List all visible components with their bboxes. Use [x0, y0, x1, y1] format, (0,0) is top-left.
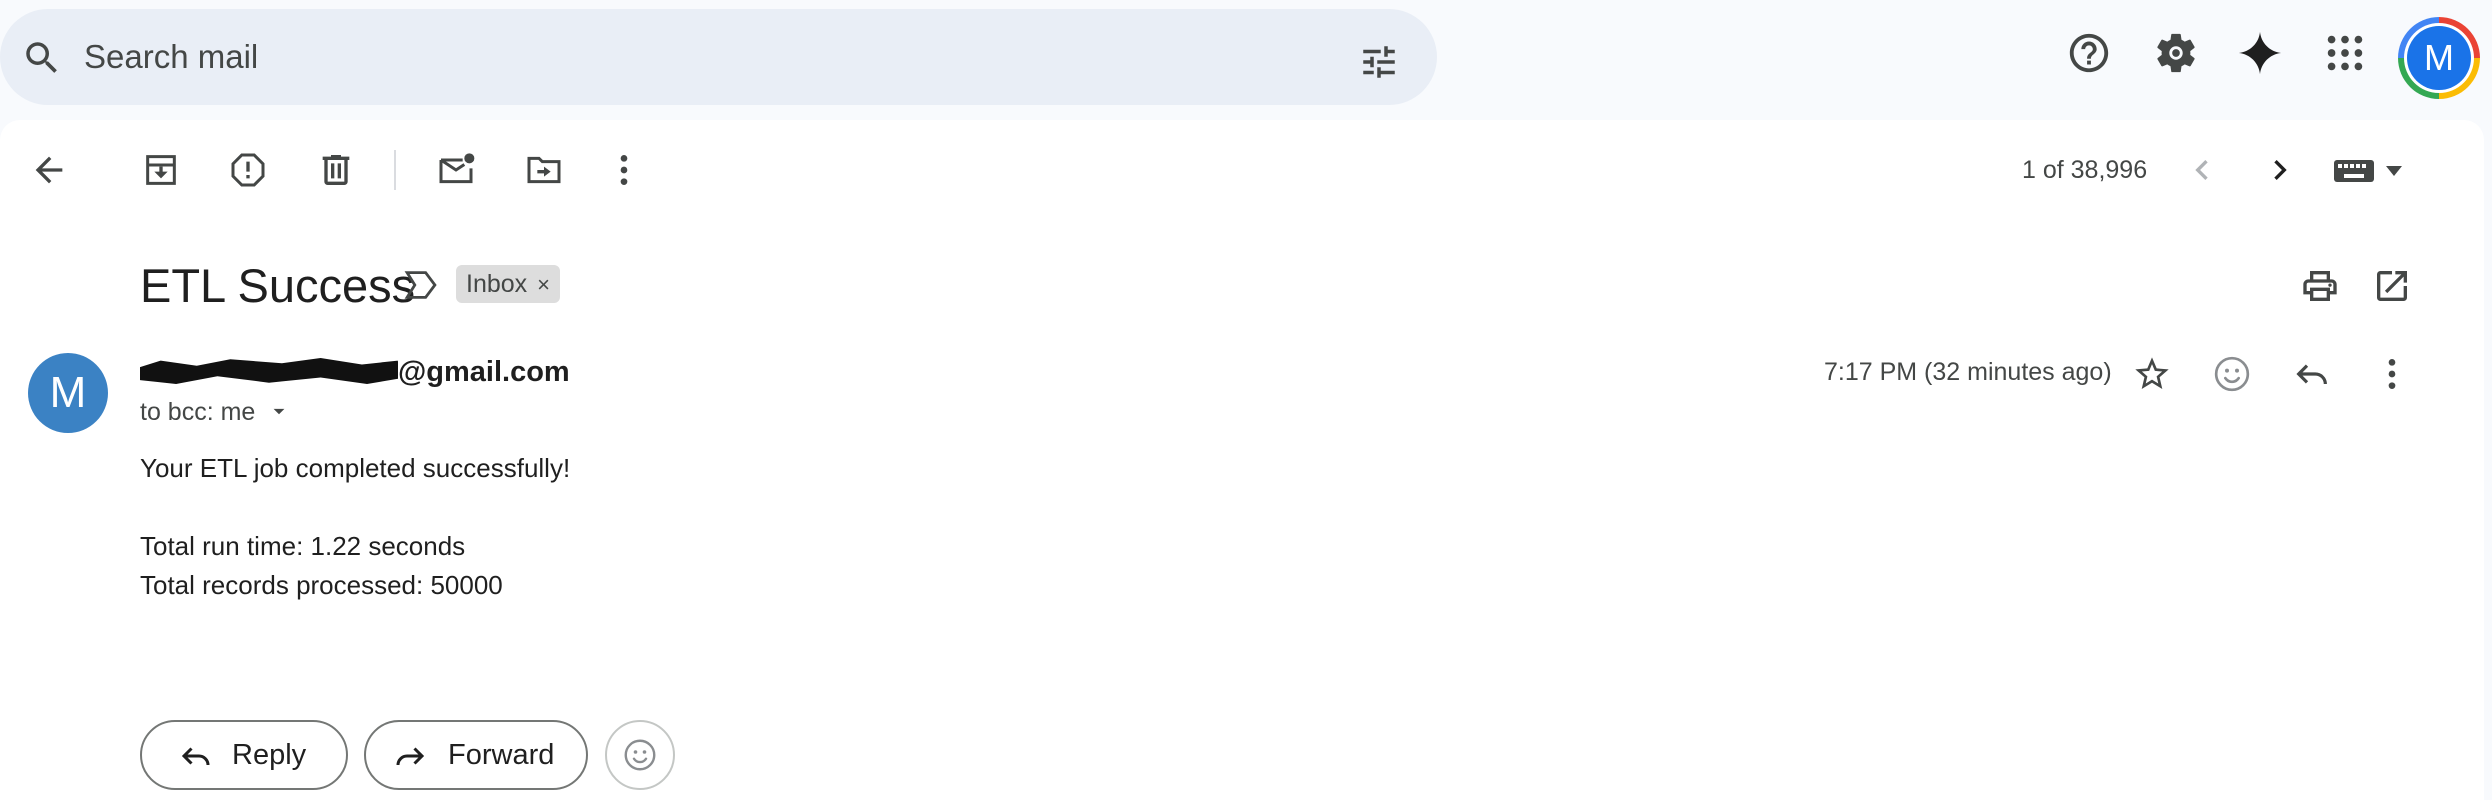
apps-grid-icon[interactable] [2322, 30, 2368, 76]
move-to-folder-icon[interactable] [524, 150, 564, 190]
settings-gear-icon[interactable] [2153, 30, 2199, 76]
body-line: Total run time: 1.22 seconds [140, 531, 466, 561]
emoji-reaction-button[interactable] [605, 720, 675, 790]
open-new-window-icon[interactable] [2372, 266, 2412, 306]
mark-unread-icon[interactable] [436, 150, 476, 190]
print-icon[interactable] [2300, 266, 2340, 306]
account-avatar[interactable]: M [2398, 17, 2480, 99]
message-timestamp: 7:17 PM (32 minutes ago) [1824, 358, 2112, 386]
message-counter: 1 of 38,996 [2022, 156, 2148, 184]
email-subject: ETL Success [140, 259, 416, 312]
recipients-line[interactable]: to bcc: me [140, 396, 292, 428]
help-icon[interactable] [2066, 30, 2112, 76]
inbox-label-text: Inbox [466, 270, 528, 298]
smiley-icon [624, 739, 656, 771]
more-options-icon[interactable] [604, 150, 644, 190]
remove-label-button[interactable]: × [537, 272, 550, 297]
sender-email-domain: @gmail.com [398, 356, 570, 388]
reply-label: Reply [232, 739, 307, 771]
sender-avatar[interactable]: M [28, 353, 108, 433]
newer-chevron-right-icon[interactable] [2260, 150, 2300, 190]
add-reaction-icon[interactable] [2212, 354, 2252, 394]
search-input[interactable]: Search mail [84, 9, 258, 105]
search-filters-icon[interactable] [1358, 41, 1400, 83]
sender-email[interactable]: @gmail.com [140, 354, 570, 390]
redaction-mark [140, 358, 398, 384]
forward-icon [396, 747, 425, 766]
older-chevron-left-icon[interactable] [2182, 150, 2222, 190]
search-icon[interactable] [21, 37, 63, 79]
back-arrow-icon[interactable] [29, 150, 69, 190]
body-line: Your ETL job completed successfully! [140, 453, 571, 483]
inbox-label-chip[interactable]: Inbox × [456, 265, 561, 303]
report-spam-icon[interactable] [228, 150, 268, 190]
search-bar[interactable]: Search mail [0, 9, 1437, 105]
account-avatar-initial: M [2407, 26, 2471, 90]
archive-icon[interactable] [141, 150, 181, 190]
forward-label: Forward [448, 739, 555, 771]
star-icon[interactable] [2132, 354, 2172, 394]
message-more-options-icon[interactable] [2372, 354, 2412, 394]
label-important-icon[interactable] [402, 268, 440, 302]
toolbar-divider [394, 150, 396, 190]
recipients-text: to bcc: me [140, 398, 256, 426]
show-details-dropdown-icon[interactable] [266, 398, 292, 424]
gemini-sparkle-icon[interactable] [2237, 30, 2283, 76]
body-line: Total records processed: 50000 [140, 570, 503, 600]
reply-button[interactable]: Reply [140, 720, 348, 790]
forward-button[interactable]: Forward [364, 720, 588, 790]
reply-arrow-icon[interactable] [2292, 354, 2332, 394]
delete-trash-icon[interactable] [316, 150, 356, 190]
keyboard-input-icon[interactable] [2332, 150, 2408, 190]
reply-icon [181, 747, 210, 766]
